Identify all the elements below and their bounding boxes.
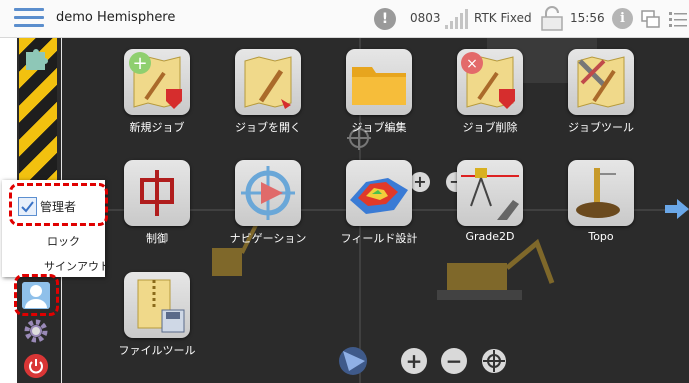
navigation-icon [235,160,301,226]
app-topo[interactable]: Topo [551,160,651,244]
app-label: 新規ジョブ [129,121,185,134]
app-navigation[interactable]: ナビゲーション [218,160,318,245]
puzzle-icon[interactable] [23,44,51,72]
new-job-icon: + [124,49,190,115]
locate-icon[interactable] [481,348,507,374]
app-label: Topo [588,230,614,243]
arrow-right-icon[interactable] [665,198,689,220]
app-label: ジョブツール [568,121,634,134]
app-grade2d[interactable]: Grade2D [440,160,540,244]
rtk-status: RTK Fixed [474,11,532,25]
lock-menu-item[interactable]: ロック [47,233,80,249]
app-window: demo Hemisphere ! 0803 RTK Fixed 15:56 i [0,0,689,383]
unlock-icon[interactable] [540,6,564,32]
field-design-icon [346,160,412,226]
menu-icon[interactable] [14,8,44,30]
app-label: フィールド設計 [340,232,418,245]
list-icon[interactable] [669,9,687,29]
app-field-design[interactable]: フィールド設計 [329,160,429,245]
clock: 15:56 [570,11,605,25]
app-edit-job[interactable]: ジョブ編集 [329,49,429,134]
app-label: Grade2D [465,230,515,243]
edit-job-icon [346,49,412,115]
app-file-tools[interactable]: ファイルツール [107,272,207,357]
zoom-out-button[interactable]: − [441,348,467,374]
job-tools-icon [568,49,634,115]
app-delete-job[interactable]: × ジョブ削除 [440,49,540,134]
sign-out-menu-item[interactable]: サインアウト [44,258,110,274]
app-label: ジョブ削除 [462,121,518,134]
svg-text:×: × [466,56,478,72]
grade2d-icon [457,160,523,226]
app-label: ジョブを開く [235,121,301,134]
topo-icon [568,160,634,226]
info-icon[interactable]: i [612,8,633,29]
power-icon[interactable] [24,354,48,378]
svg-text:+: + [132,53,147,74]
delete-job-icon: × [457,49,523,115]
app-label: ジョブ編集 [351,121,407,134]
warning-code: 0803 [410,11,441,25]
warning-icon[interactable]: ! [374,8,396,30]
app-open-job[interactable]: ジョブを開く [218,49,318,134]
control-icon [124,160,190,226]
windows-icon[interactable] [641,9,661,29]
app-title: demo Hemisphere [56,10,176,25]
app-new-job[interactable]: + 新規ジョブ [107,49,207,134]
app-job-tools[interactable]: ジョブツール [551,49,651,134]
zoom-in-button[interactable]: + [401,348,427,374]
app-label: 制御 [146,232,168,245]
highlight-user [14,274,59,316]
highlight-role [9,183,108,226]
signal-strength-icon [445,9,471,29]
app-control[interactable]: 制御 [107,160,207,245]
app-label: ファイルツール [118,344,196,357]
open-job-icon [235,49,301,115]
gear-icon[interactable] [24,319,48,343]
app-label: ナビゲーション [229,232,307,245]
file-tools-icon [124,272,190,338]
top-bar: demo Hemisphere ! 0803 RTK Fixed 15:56 i [0,0,689,38]
